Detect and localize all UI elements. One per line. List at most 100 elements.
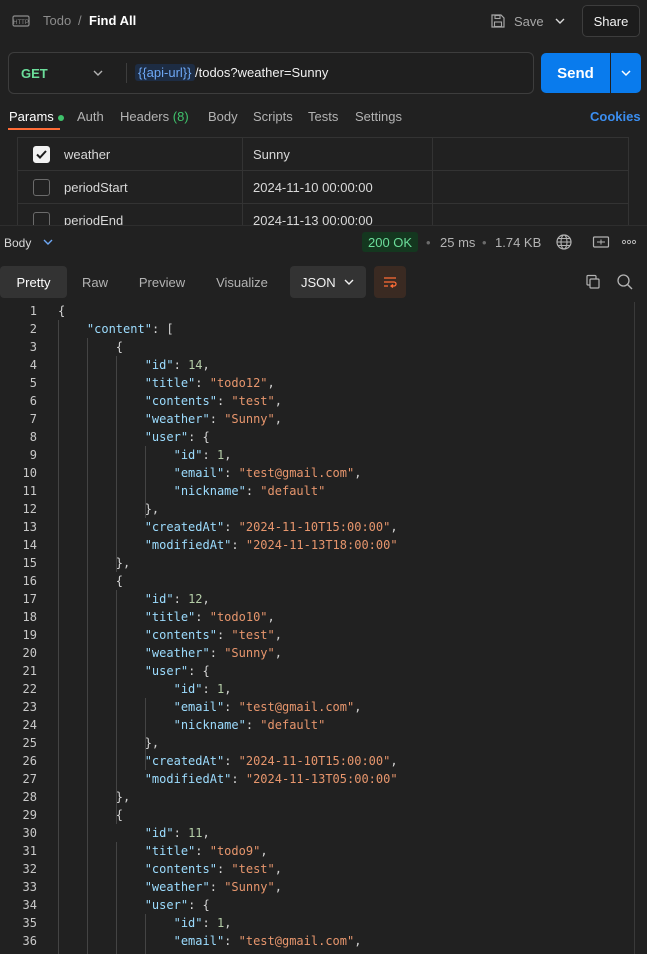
response-time[interactable]: 25 ms [440, 235, 475, 250]
headers-count: (8) [172, 109, 189, 124]
tab-visualize[interactable]: Visualize [205, 266, 279, 298]
line-number: 16 [22, 574, 37, 588]
save-response-icon[interactable] [592, 234, 610, 250]
code-line: 3 { [0, 338, 647, 356]
response-body-label[interactable]: Body [4, 236, 31, 250]
line-number: 10 [22, 466, 37, 480]
globe-icon[interactable] [555, 233, 573, 251]
params-check-cell [17, 171, 50, 204]
param-checkbox[interactable] [33, 212, 50, 225]
scrollbar[interactable] [634, 302, 635, 954]
param-value[interactable]: 2024-11-10 00:00:00 [253, 180, 373, 195]
line-number: 11 [22, 484, 37, 498]
status-badge[interactable]: 200 OK [362, 232, 419, 252]
param-checkbox[interactable] [33, 179, 50, 196]
chevron-down-icon [621, 70, 631, 77]
code-line: 36 "email": "test@gmail.com", [0, 932, 647, 950]
code-text: "weather": "Sunny", [144, 412, 282, 426]
code-text: "user": { [144, 430, 210, 444]
line-number: 22 [22, 682, 37, 696]
code-line: 29 { [0, 806, 647, 824]
share-button[interactable]: Share [582, 5, 640, 37]
response-body-code[interactable]: 1{2 "content": [3 {4 "id": 14, 5 "title":… [0, 302, 647, 954]
tab-tests[interactable]: Tests [308, 109, 338, 124]
code-text: "contents": "test", [144, 394, 282, 408]
divider [432, 138, 433, 171]
breadcrumb-collection[interactable]: Todo [43, 13, 71, 28]
copy-icon[interactable] [584, 273, 602, 291]
response-size[interactable]: 1.74 KB [495, 235, 541, 250]
wrap-lines-button[interactable] [374, 266, 406, 298]
code-line: 24 "nickname": "default" [0, 716, 647, 734]
tab-params-label: Params [9, 109, 54, 124]
code-line: 7 "weather": "Sunny", [0, 410, 647, 428]
chevron-down-icon[interactable] [552, 13, 568, 29]
tab-raw[interactable]: Raw [72, 266, 118, 298]
code-text: "title": "todo12", [144, 376, 275, 390]
breadcrumb-separator: / [78, 13, 82, 28]
tab-headers-label: Headers [120, 109, 170, 124]
code-text: "modifiedAt": "2024-11-13T18:00:00" [144, 538, 398, 552]
code-text: "email": "test@gmail.com", [173, 700, 362, 714]
line-number: 7 [29, 412, 37, 426]
chevron-down-icon[interactable] [91, 66, 105, 80]
save-label: Save [514, 13, 544, 29]
save-button[interactable]: Save [490, 8, 544, 34]
param-value[interactable]: 2024-11-13 00:00:00 [253, 213, 373, 225]
url-input[interactable]: /todos?weather=Sunny [195, 65, 328, 80]
tab-preview[interactable]: Preview [128, 266, 196, 298]
line-number: 24 [22, 718, 37, 732]
code-text: "id": 1, [173, 448, 232, 462]
code-text: { [58, 574, 124, 588]
url-variable[interactable]: {{api-url}} [135, 64, 195, 81]
line-number: 27 [22, 772, 37, 786]
code-line: 4 "id": 14, [0, 356, 647, 374]
code-text: "email": "test@gmail.com", [173, 934, 362, 948]
tab-headers[interactable]: Headers (8) [120, 109, 189, 124]
chevron-down-icon[interactable] [42, 236, 54, 248]
line-number: 36 [22, 934, 37, 948]
send-options-button[interactable] [611, 53, 641, 93]
code-text: "createdAt": "2024-11-10T15:00:00", [144, 754, 398, 768]
format-select-value: JSON [301, 274, 336, 290]
code-line: 8 "user": { [0, 428, 647, 446]
separator-dot: • [426, 235, 431, 250]
method-select[interactable]: GET [21, 66, 48, 81]
tab-body[interactable]: Body [208, 109, 238, 124]
search-icon[interactable] [616, 273, 634, 291]
param-checkbox[interactable] [33, 146, 50, 163]
more-options-icon[interactable] [621, 234, 637, 250]
param-key[interactable]: periodStart [64, 180, 128, 195]
format-select[interactable]: JSON [290, 266, 366, 298]
divider [628, 138, 629, 171]
code-text: "user": { [144, 898, 210, 912]
wrap-lines-icon [384, 277, 397, 289]
tab-auth[interactable]: Auth [77, 109, 104, 124]
tab-params[interactable]: Params [9, 109, 64, 124]
tab-scripts[interactable]: Scripts [253, 109, 293, 124]
code-line: 32 "contents": "test", [0, 860, 647, 878]
code-text: "id": 1, [173, 682, 232, 696]
save-icon [491, 14, 505, 28]
divider [242, 204, 243, 225]
params-table: weather Sunny periodStart 2024-11-10 00:… [17, 137, 629, 225]
param-key[interactable]: periodEnd [64, 213, 123, 225]
cookies-link[interactable]: Cookies [590, 109, 641, 124]
param-key[interactable]: weather [64, 147, 110, 162]
tab-settings[interactable]: Settings [355, 109, 402, 124]
send-button[interactable]: Send [541, 53, 610, 93]
line-number: 17 [22, 592, 37, 606]
code-line: 26 "createdAt": "2024-11-10T15:00:00", [0, 752, 647, 770]
code-text: "createdAt": "2024-11-10T15:00:00", [144, 520, 398, 534]
code-line: 28 }, [0, 788, 647, 806]
code-line: 34 "user": { [0, 896, 647, 914]
code-text: "user": { [144, 664, 210, 678]
line-number: 13 [22, 520, 37, 534]
param-value[interactable]: Sunny [253, 147, 290, 162]
code-text: "contents": "test", [144, 862, 282, 876]
code-text: "id": 12, [144, 592, 210, 606]
request-name[interactable]: Find All [89, 13, 136, 28]
tab-pretty[interactable]: Pretty [0, 266, 67, 298]
line-number: 1 [29, 304, 37, 318]
code-line: 22 "id": 1, [0, 680, 647, 698]
